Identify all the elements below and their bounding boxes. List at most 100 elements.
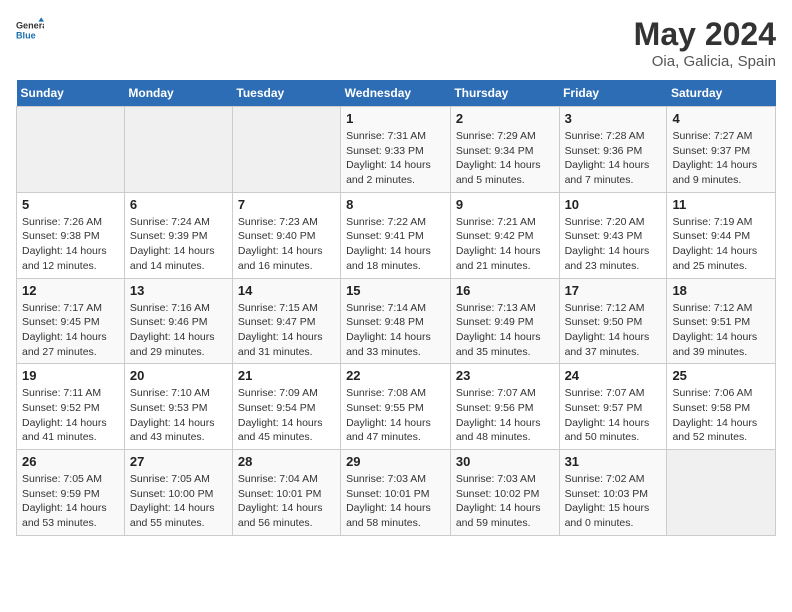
day-number: 17 <box>565 283 662 298</box>
calendar-cell: 7 Sunrise: 7:23 AM Sunset: 9:40 PM Daylig… <box>232 192 340 278</box>
day-number: 23 <box>456 368 554 383</box>
calendar-cell: 1 Sunrise: 7:31 AM Sunset: 9:33 PM Daylig… <box>341 107 451 193</box>
calendar-cell: 23 Sunrise: 7:07 AM Sunset: 9:56 PM Dayli… <box>450 364 559 450</box>
day-header-sunday: Sunday <box>17 80 125 107</box>
subtitle: Oia, Galicia, Spain <box>634 53 776 70</box>
day-number: 30 <box>456 454 554 469</box>
calendar-cell: 16 Sunrise: 7:13 AM Sunset: 9:49 PM Dayli… <box>450 278 559 364</box>
calendar-cell: 25 Sunrise: 7:06 AM Sunset: 9:58 PM Dayli… <box>667 364 776 450</box>
calendar-cell: 30 Sunrise: 7:03 AM Sunset: 10:02 PM Dayl… <box>450 450 559 536</box>
day-info: Sunrise: 7:24 AM Sunset: 9:39 PM Dayligh… <box>130 215 227 274</box>
calendar-cell: 29 Sunrise: 7:03 AM Sunset: 10:01 PM Dayl… <box>341 450 451 536</box>
calendar-cell: 9 Sunrise: 7:21 AM Sunset: 9:42 PM Daylig… <box>450 192 559 278</box>
day-info: Sunrise: 7:21 AM Sunset: 9:42 PM Dayligh… <box>456 215 554 274</box>
day-number: 19 <box>22 368 119 383</box>
calendar-cell: 31 Sunrise: 7:02 AM Sunset: 10:03 PM Dayl… <box>559 450 667 536</box>
day-info: Sunrise: 7:02 AM Sunset: 10:03 PM Daylig… <box>565 472 662 531</box>
day-info: Sunrise: 7:13 AM Sunset: 9:49 PM Dayligh… <box>456 301 554 360</box>
day-number: 15 <box>346 283 445 298</box>
svg-text:General: General <box>16 21 44 31</box>
day-number: 10 <box>565 197 662 212</box>
calendar-cell: 3 Sunrise: 7:28 AM Sunset: 9:36 PM Daylig… <box>559 107 667 193</box>
day-number: 21 <box>238 368 335 383</box>
calendar-cell: 18 Sunrise: 7:12 AM Sunset: 9:51 PM Dayli… <box>667 278 776 364</box>
day-info: Sunrise: 7:27 AM Sunset: 9:37 PM Dayligh… <box>672 129 770 188</box>
day-info: Sunrise: 7:05 AM Sunset: 9:59 PM Dayligh… <box>22 472 119 531</box>
week-row-5: 26 Sunrise: 7:05 AM Sunset: 9:59 PM Dayli… <box>17 450 776 536</box>
day-number: 25 <box>672 368 770 383</box>
calendar-cell: 15Sunrise: 7:14 AM Sunset: 9:48 PM Dayli… <box>341 278 451 364</box>
day-header-monday: Monday <box>124 80 232 107</box>
calendar-cell: 10 Sunrise: 7:20 AM Sunset: 9:43 PM Dayli… <box>559 192 667 278</box>
day-number: 31 <box>565 454 662 469</box>
day-info: Sunrise: 7:23 AM Sunset: 9:40 PM Dayligh… <box>238 215 335 274</box>
day-info: Sunrise: 7:07 AM Sunset: 9:57 PM Dayligh… <box>565 386 662 445</box>
day-info: Sunrise: 7:05 AM Sunset: 10:00 PM Daylig… <box>130 472 227 531</box>
logo-icon: General Blue <box>16 16 44 44</box>
day-number: 7 <box>238 197 335 212</box>
day-number: 26 <box>22 454 119 469</box>
calendar-cell: 26 Sunrise: 7:05 AM Sunset: 9:59 PM Dayli… <box>17 450 125 536</box>
calendar-cell: 28 Sunrise: 7:04 AM Sunset: 10:01 PM Dayl… <box>232 450 340 536</box>
day-number: 29 <box>346 454 445 469</box>
day-number: 16 <box>456 283 554 298</box>
day-info: Sunrise: 7:29 AM Sunset: 9:34 PM Dayligh… <box>456 129 554 188</box>
calendar-cell: 5 Sunrise: 7:26 AM Sunset: 9:38 PM Daylig… <box>17 192 125 278</box>
day-number: 3 <box>565 111 662 126</box>
day-info: Sunrise: 7:03 AM Sunset: 10:01 PM Daylig… <box>346 472 445 531</box>
day-number: 4 <box>672 111 770 126</box>
day-info: Sunrise: 7:16 AM Sunset: 9:46 PM Dayligh… <box>130 301 227 360</box>
calendar-cell: 8Sunrise: 7:22 AM Sunset: 9:41 PM Daylig… <box>341 192 451 278</box>
day-number: 20 <box>130 368 227 383</box>
day-number: 28 <box>238 454 335 469</box>
day-number: 18 <box>672 283 770 298</box>
calendar-cell: 2Sunrise: 7:29 AM Sunset: 9:34 PM Daylig… <box>450 107 559 193</box>
header: General Blue May 2024 Oia, Galicia, Spai… <box>16 16 776 70</box>
svg-text:Blue: Blue <box>16 30 36 40</box>
day-number: 6 <box>130 197 227 212</box>
day-number: 9 <box>456 197 554 212</box>
day-info: Sunrise: 7:06 AM Sunset: 9:58 PM Dayligh… <box>672 386 770 445</box>
calendar-table: SundayMondayTuesdayWednesdayThursdayFrid… <box>16 80 776 536</box>
calendar-cell: 24 Sunrise: 7:07 AM Sunset: 9:57 PM Dayli… <box>559 364 667 450</box>
day-info: Sunrise: 7:11 AM Sunset: 9:52 PM Dayligh… <box>22 386 119 445</box>
day-header-thursday: Thursday <box>450 80 559 107</box>
day-number: 12 <box>22 283 119 298</box>
day-info: Sunrise: 7:07 AM Sunset: 9:56 PM Dayligh… <box>456 386 554 445</box>
calendar-cell: 17Sunrise: 7:12 AM Sunset: 9:50 PM Dayli… <box>559 278 667 364</box>
day-header-wednesday: Wednesday <box>341 80 451 107</box>
day-info: Sunrise: 7:28 AM Sunset: 9:36 PM Dayligh… <box>565 129 662 188</box>
title-area: May 2024 Oia, Galicia, Spain <box>634 16 776 70</box>
calendar-cell: 13Sunrise: 7:16 AM Sunset: 9:46 PM Dayli… <box>124 278 232 364</box>
day-number: 22 <box>346 368 445 383</box>
day-info: Sunrise: 7:10 AM Sunset: 9:53 PM Dayligh… <box>130 386 227 445</box>
day-info: Sunrise: 7:22 AM Sunset: 9:41 PM Dayligh… <box>346 215 445 274</box>
day-header-friday: Friday <box>559 80 667 107</box>
week-row-1: 1 Sunrise: 7:31 AM Sunset: 9:33 PM Daylig… <box>17 107 776 193</box>
calendar-cell: 20 Sunrise: 7:10 AM Sunset: 9:53 PM Dayli… <box>124 364 232 450</box>
day-number: 5 <box>22 197 119 212</box>
day-header-row: SundayMondayTuesdayWednesdayThursdayFrid… <box>17 80 776 107</box>
day-number: 27 <box>130 454 227 469</box>
day-info: Sunrise: 7:04 AM Sunset: 10:01 PM Daylig… <box>238 472 335 531</box>
calendar-cell: 21Sunrise: 7:09 AM Sunset: 9:54 PM Dayli… <box>232 364 340 450</box>
day-number: 1 <box>346 111 445 126</box>
day-number: 24 <box>565 368 662 383</box>
calendar-cell: 6 Sunrise: 7:24 AM Sunset: 9:39 PM Daylig… <box>124 192 232 278</box>
week-row-4: 19 Sunrise: 7:11 AM Sunset: 9:52 PM Dayli… <box>17 364 776 450</box>
day-info: Sunrise: 7:08 AM Sunset: 9:55 PM Dayligh… <box>346 386 445 445</box>
week-row-2: 5 Sunrise: 7:26 AM Sunset: 9:38 PM Daylig… <box>17 192 776 278</box>
calendar-cell: 27 Sunrise: 7:05 AM Sunset: 10:00 PM Dayl… <box>124 450 232 536</box>
day-info: Sunrise: 7:19 AM Sunset: 9:44 PM Dayligh… <box>672 215 770 274</box>
day-info: Sunrise: 7:12 AM Sunset: 9:51 PM Dayligh… <box>672 301 770 360</box>
calendar-cell: 19 Sunrise: 7:11 AM Sunset: 9:52 PM Dayli… <box>17 364 125 450</box>
day-info: Sunrise: 7:31 AM Sunset: 9:33 PM Dayligh… <box>346 129 445 188</box>
day-info: Sunrise: 7:03 AM Sunset: 10:02 PM Daylig… <box>456 472 554 531</box>
calendar-cell: 11Sunrise: 7:19 AM Sunset: 9:44 PM Dayli… <box>667 192 776 278</box>
day-info: Sunrise: 7:20 AM Sunset: 9:43 PM Dayligh… <box>565 215 662 274</box>
main-title: May 2024 <box>634 16 776 53</box>
day-info: Sunrise: 7:17 AM Sunset: 9:45 PM Dayligh… <box>22 301 119 360</box>
calendar-cell <box>232 107 340 193</box>
calendar-cell <box>124 107 232 193</box>
day-info: Sunrise: 7:26 AM Sunset: 9:38 PM Dayligh… <box>22 215 119 274</box>
